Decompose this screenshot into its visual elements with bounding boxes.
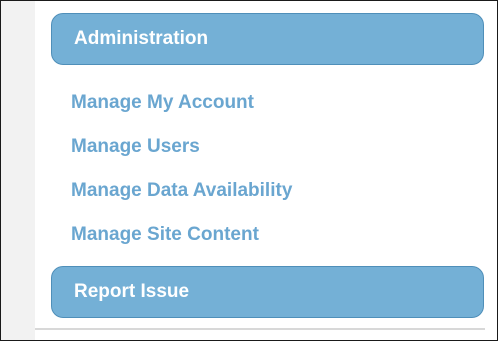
manage-users-link[interactable]: Manage Users (71, 132, 292, 176)
bottom-divider (35, 328, 485, 330)
manage-site-content-link[interactable]: Manage Site Content (71, 220, 292, 264)
manage-data-availability-link[interactable]: Manage Data Availability (71, 176, 292, 220)
report-issue-section-header[interactable]: Report Issue (51, 266, 484, 318)
screenshot-frame: Administration Manage My Account Manage … (0, 0, 498, 341)
administration-menu: Manage My Account Manage Users Manage Da… (71, 88, 292, 264)
administration-section-header[interactable]: Administration (51, 13, 484, 65)
manage-my-account-link[interactable]: Manage My Account (71, 88, 292, 132)
admin-sidebar: Administration Manage My Account Manage … (35, 1, 486, 340)
left-rail (1, 1, 35, 340)
